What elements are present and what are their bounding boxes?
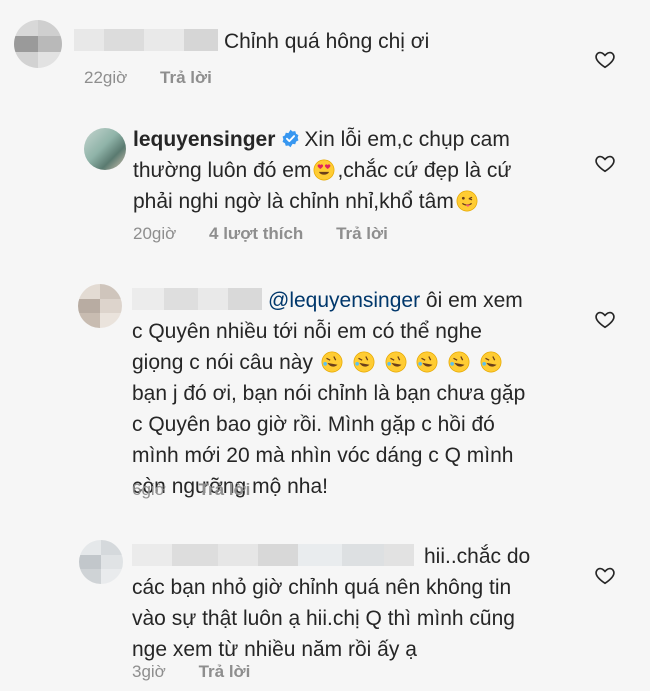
comment-meta-row: 3giờ Trả lời: [132, 662, 278, 682]
avatar[interactable]: [79, 540, 123, 584]
avatar[interactable]: [14, 20, 62, 68]
comment-time: 3giờ: [132, 662, 166, 681]
heart-outline-icon[interactable]: [594, 564, 616, 586]
blurred-username[interactable]: [132, 544, 414, 566]
avatar[interactable]: [84, 128, 126, 170]
blurred-username[interactable]: [132, 288, 262, 310]
comment-text-line-6: mình mới 20 mà nhìn vóc dáng c Q mình: [132, 444, 514, 467]
comment-text-line-3: phải nghi ngờ là chỉnh nhỉ,khổ tâm: [133, 186, 480, 217]
reply-button[interactable]: Trả lời: [199, 662, 251, 681]
rofl-emoji: [321, 351, 343, 373]
rofl-emoji: [448, 351, 470, 373]
username-link[interactable]: lequyensinger: [133, 128, 275, 151]
heart-eyes-emoji: [314, 159, 335, 181]
comment-text: Chỉnh quá hông chị ơi: [74, 26, 429, 57]
verified-badge-icon: [282, 129, 299, 148]
comment-meta: 22giờ Trả lời: [84, 68, 240, 88]
rofl-emoji: [385, 351, 406, 373]
comment-time: 22giờ: [84, 68, 128, 87]
rofl-emoji: [416, 351, 438, 373]
comment-text-line-1: @lequyensinger ôi em xem: [132, 285, 523, 316]
comment-meta-row: 6giờ Trả lời: [132, 480, 278, 500]
avatar[interactable]: [78, 284, 122, 328]
comment-text-line-1: lequyensinger Xin lỗi em,c chụp cam: [133, 128, 510, 151]
comment-text-line-3: giọng c nói câu này: [132, 347, 504, 378]
rofl-emoji-row: [319, 351, 504, 374]
comment-text-line-3: vào sự thật luôn ạ hii.chị Q thì mình cũ…: [132, 607, 515, 630]
comment-text-line-4: bạn j đó ơi, bạn nói chỉnh là bạn chưa g…: [132, 382, 526, 405]
comment-text-line-2: c Quyên nhiều tới nỗi em có thể nghe: [132, 320, 482, 343]
comment-time: 20giờ: [133, 224, 177, 243]
comment-text-line-4: nge xem từ nhiều năm rồi ấy ạ: [132, 638, 417, 661]
heart-outline-icon[interactable]: [594, 48, 616, 70]
reply-button[interactable]: Trả lời: [199, 480, 251, 499]
comment-text-line-2: các bạn nhỏ giờ chỉnh quá nên không tin: [132, 576, 512, 599]
rofl-emoji: [480, 351, 502, 373]
rofl-emoji: [353, 351, 375, 373]
winking-tongue-emoji: [456, 190, 478, 212]
heart-outline-icon[interactable]: [594, 308, 616, 330]
blurred-username[interactable]: [74, 29, 218, 51]
reply-button[interactable]: Trả lời: [336, 224, 388, 243]
mention-link[interactable]: @lequyensinger: [268, 289, 420, 312]
likes-count-link[interactable]: 4 lượt thích: [209, 224, 303, 243]
comment-time: 6giờ: [132, 480, 166, 499]
comment-text-line-2: thường luôn đó em ,chắc cứ đẹp là cứ: [133, 159, 512, 182]
heart-outline-icon[interactable]: [594, 152, 616, 174]
reply-button[interactable]: Trả lời: [160, 68, 212, 87]
comment-text-line-1: hii..chắc do: [132, 541, 530, 572]
comment-text-line-5: c Quyên bao giờ rồi. Mình gặp c hồi đó: [132, 413, 495, 436]
comment-meta: 20giờ 4 lượt thích Trả lời: [133, 224, 416, 244]
